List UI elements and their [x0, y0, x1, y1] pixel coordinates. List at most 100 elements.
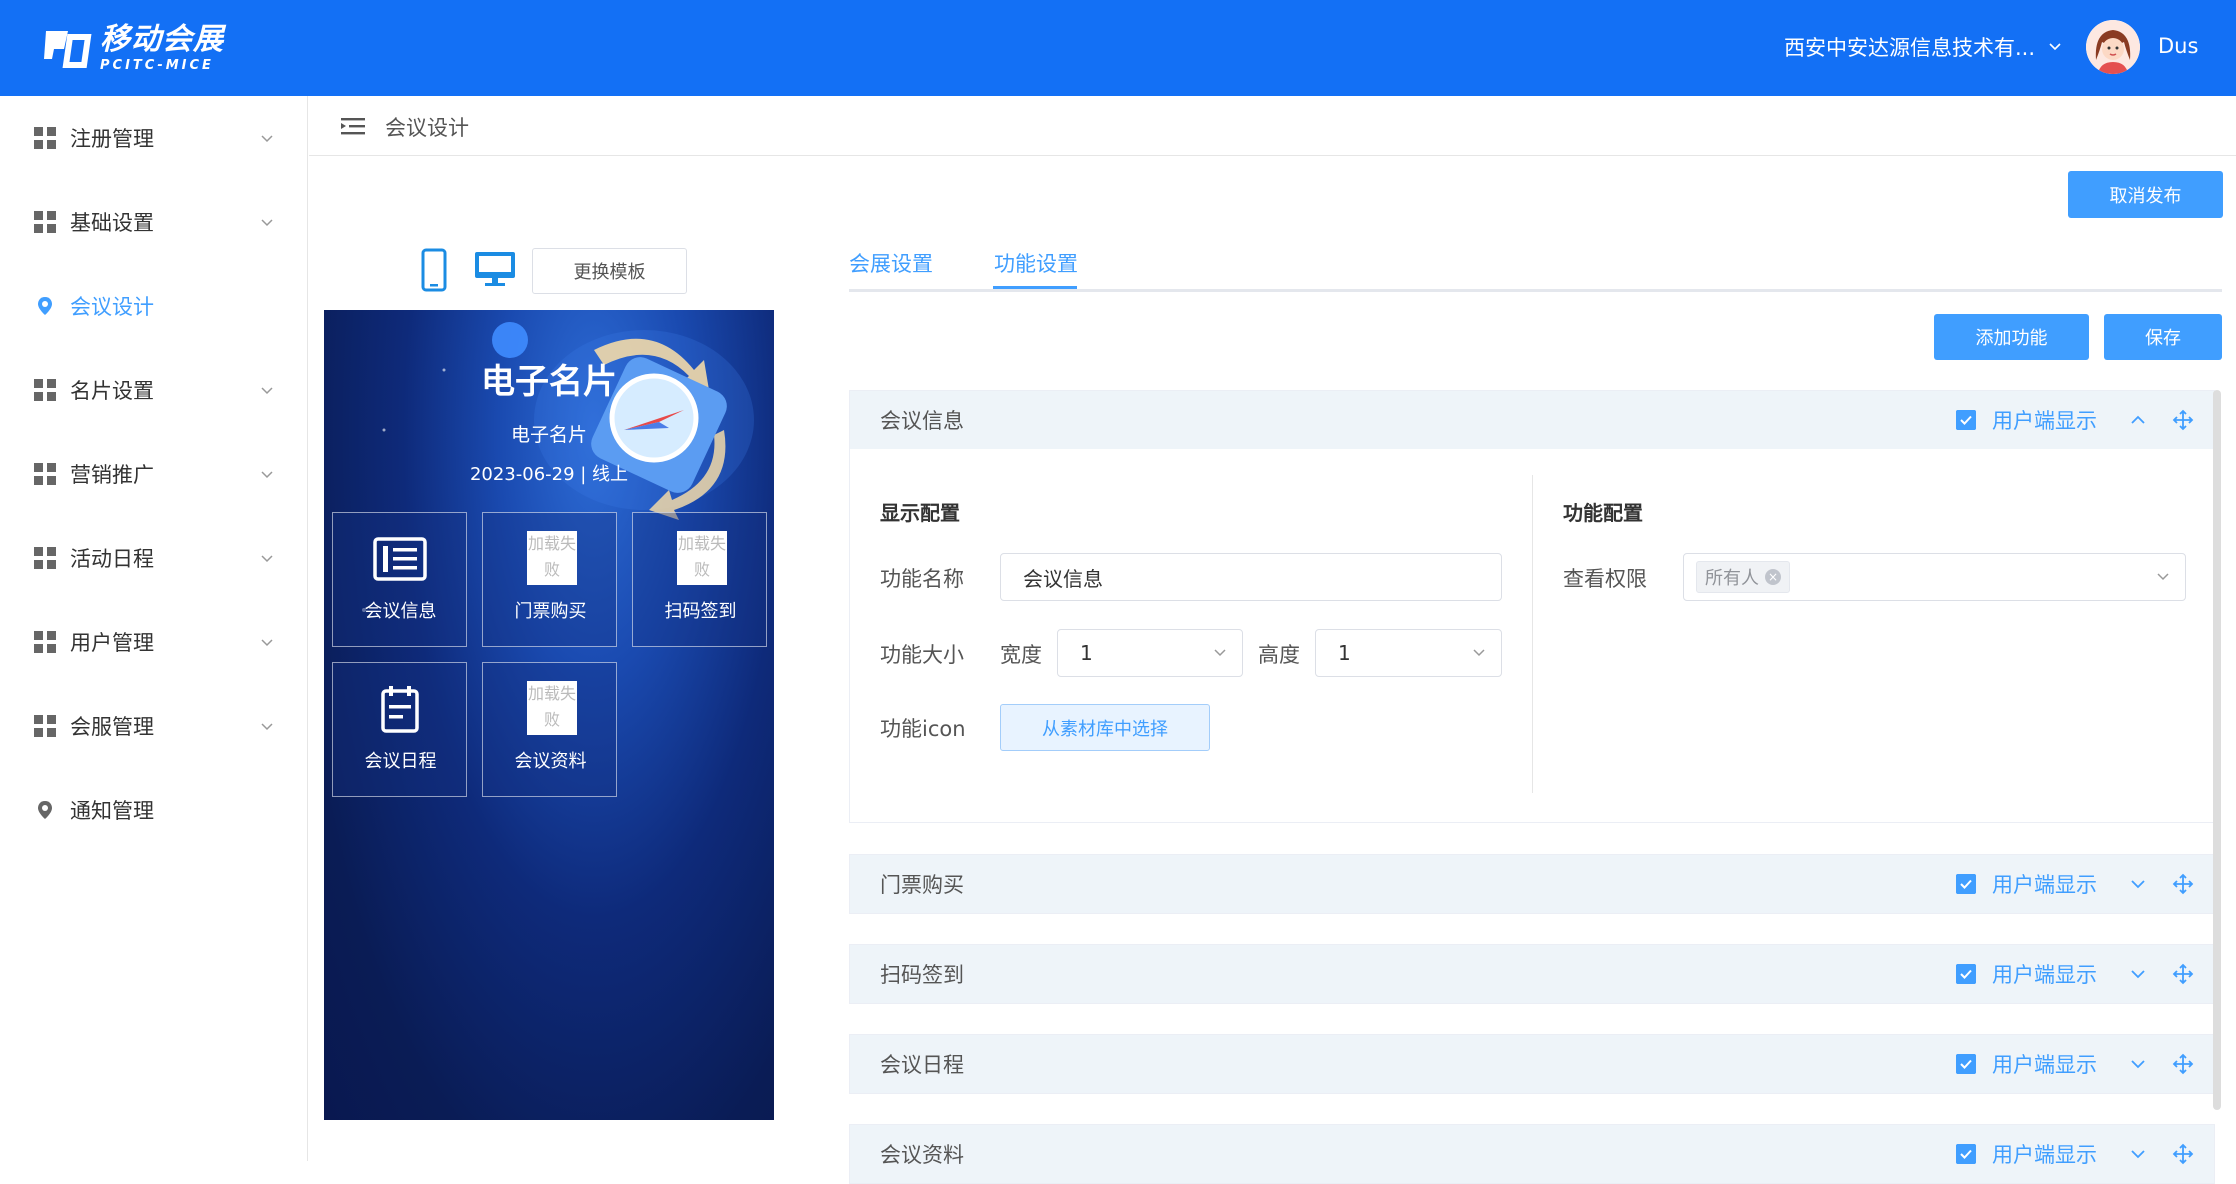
drag-move-icon[interactable] [2172, 963, 2194, 985]
info-list-icon [373, 537, 427, 581]
sidebar-item-users[interactable]: 用户管理 [0, 600, 308, 684]
change-template-button[interactable]: 更换模板 [532, 248, 687, 294]
chevron-down-icon[interactable] [2128, 874, 2148, 894]
chevron-down-icon[interactable] [2128, 1054, 2148, 1074]
permission-label: 查看权限 [1563, 567, 1647, 591]
sidebar-item-schedule[interactable]: 活动日程 [0, 516, 308, 600]
chevron-down-icon [261, 555, 273, 563]
close-icon[interactable]: × [1765, 569, 1781, 585]
chevron-down-icon [261, 639, 273, 647]
drag-move-icon[interactable] [2172, 1143, 2194, 1165]
select-from-library-button[interactable]: 从素材库中选择 [1000, 704, 1210, 751]
preview-tile-schedule[interactable]: 会议日程 [332, 662, 467, 797]
preview-tile-checkin[interactable]: 加载失败 扫码签到 [632, 512, 767, 647]
function-panel-materials: 会议资料 用户端显示 [849, 1124, 2215, 1184]
location-icon [38, 801, 52, 819]
logo-title: 移动会展 [100, 21, 224, 57]
broken-image-icon: 加载失败 [527, 531, 577, 585]
tile-label: 会议资料 [514, 751, 587, 772]
settings-tabs: 会展设置 功能设置 [849, 240, 2222, 292]
sidebar-item-registration[interactable]: 注册管理 [0, 96, 308, 180]
chevron-down-icon [261, 135, 273, 143]
drag-move-icon[interactable] [2172, 1053, 2194, 1075]
function-panel-meeting-info: 会议信息 用户端显示 显示配置 功能名称 会议信息 功能大小 宽度 1 高度 1… [849, 390, 2215, 823]
preview-tile-materials[interactable]: 加载失败 会议资料 [482, 662, 617, 797]
chevron-down-icon [1214, 649, 1226, 657]
add-function-button[interactable]: 添加功能 [1934, 314, 2089, 360]
chevron-down-icon[interactable] [2128, 964, 2148, 984]
sidebar-item-label: 通知管理 [70, 799, 154, 823]
panel-title: 扫码签到 [880, 963, 964, 987]
sidebar-item-services[interactable]: 会服管理 [0, 684, 308, 768]
save-button[interactable]: 保存 [2104, 314, 2222, 360]
sidebar-item-label: 营销推广 [70, 463, 154, 487]
permission-tag-label: 所有人 [1705, 568, 1759, 589]
tile-label: 会议信息 [364, 601, 437, 622]
checkbox-checked-icon[interactable] [1956, 1054, 1976, 1074]
mobile-preview: 电子名片 电子名片 2023-06-29 | 线上 会议信息 加载失败 门票购买… [324, 310, 774, 1120]
checkbox-checked-icon[interactable] [1956, 1144, 1976, 1164]
user-name[interactable]: Dus [2158, 34, 2198, 58]
preview-date: 2023-06-29 | 线上 [469, 464, 629, 485]
height-select[interactable]: 1 [1315, 629, 1502, 677]
user-display-label[interactable]: 用户端显示 [1992, 959, 2097, 989]
chevron-up-icon[interactable] [2128, 410, 2148, 430]
user-display-label[interactable]: 用户端显示 [1992, 1139, 2097, 1169]
tab-exhibition-settings[interactable]: 会展设置 [849, 248, 933, 278]
logo[interactable]: 移动会展 PCITC-MICE [40, 20, 224, 76]
permission-select[interactable]: 所有人 × [1683, 553, 2186, 601]
location-icon [38, 297, 52, 315]
avatar[interactable] [2086, 20, 2140, 74]
chevron-down-icon [2049, 43, 2061, 51]
panel-header[interactable]: 会议日程 用户端显示 [850, 1035, 2214, 1093]
width-select[interactable]: 1 [1057, 629, 1243, 677]
function-name-input[interactable]: 会议信息 [1000, 553, 1502, 601]
chevron-down-icon [261, 219, 273, 227]
chevron-down-icon [1473, 649, 1485, 657]
sidebar-item-marketing[interactable]: 营销推广 [0, 432, 308, 516]
top-bar: 移动会展 PCITC-MICE 西安中安达源信息技术有... Dus [0, 0, 2236, 96]
function-panel-checkin: 扫码签到 用户端显示 [849, 944, 2215, 1004]
preview-tile-meeting-info[interactable]: 会议信息 [332, 512, 467, 647]
panel-header[interactable]: 会议信息 用户端显示 [850, 391, 2214, 449]
grid-icon [34, 379, 56, 401]
panel-header[interactable]: 会议资料 用户端显示 [850, 1125, 2214, 1183]
org-selector[interactable]: 西安中安达源信息技术有... [1784, 32, 2063, 62]
checkbox-checked-icon[interactable] [1956, 964, 1976, 984]
sidebar-item-label: 用户管理 [70, 631, 154, 655]
vertical-scrollbar[interactable] [2213, 390, 2221, 1110]
chevron-down-icon[interactable] [2128, 1144, 2148, 1164]
broken-image-icon: 加载失败 [527, 681, 577, 735]
breadcrumb-current: 会议设计 [385, 116, 469, 140]
grid-icon [34, 211, 56, 233]
user-display-label[interactable]: 用户端显示 [1992, 405, 2097, 435]
sidebar-item-basic-settings[interactable]: 基础设置 [0, 180, 308, 264]
user-avatar-icon [2086, 20, 2140, 74]
function-config-title: 功能配置 [1563, 501, 1643, 525]
preview-tile-tickets[interactable]: 加载失败 门票购买 [482, 512, 617, 647]
drag-move-icon[interactable] [2172, 873, 2194, 895]
calendar-icon [381, 686, 419, 733]
sidebar-item-card-settings[interactable]: 名片设置 [0, 348, 308, 432]
user-display-label[interactable]: 用户端显示 [1992, 1049, 2097, 1079]
function-name-label: 功能名称 [880, 567, 964, 591]
drag-move-icon[interactable] [2172, 409, 2194, 431]
permission-tag: 所有人 × [1696, 561, 1790, 593]
sidebar-item-notifications[interactable]: 通知管理 [0, 768, 308, 852]
menu-fold-icon[interactable] [341, 116, 367, 136]
unpublish-button[interactable]: 取消发布 [2068, 171, 2223, 218]
mobile-view-icon[interactable] [420, 248, 448, 292]
sidebar-item-label: 名片设置 [70, 379, 154, 403]
sidebar-item-meeting-design[interactable]: 会议设计 [0, 264, 308, 348]
checkbox-checked-icon[interactable] [1956, 874, 1976, 894]
user-display-label[interactable]: 用户端显示 [1992, 869, 2097, 899]
width-label: 宽度 [1000, 643, 1042, 667]
desktop-view-icon[interactable] [473, 250, 517, 288]
panel-header[interactable]: 门票购买 用户端显示 [850, 855, 2214, 913]
grid-icon [34, 631, 56, 653]
panel-title: 会议信息 [880, 409, 964, 433]
checkbox-checked-icon[interactable] [1956, 410, 1976, 430]
function-size-label: 功能大小 [880, 643, 964, 667]
tab-function-settings[interactable]: 功能设置 [994, 248, 1078, 278]
panel-header[interactable]: 扫码签到 用户端显示 [850, 945, 2214, 1003]
